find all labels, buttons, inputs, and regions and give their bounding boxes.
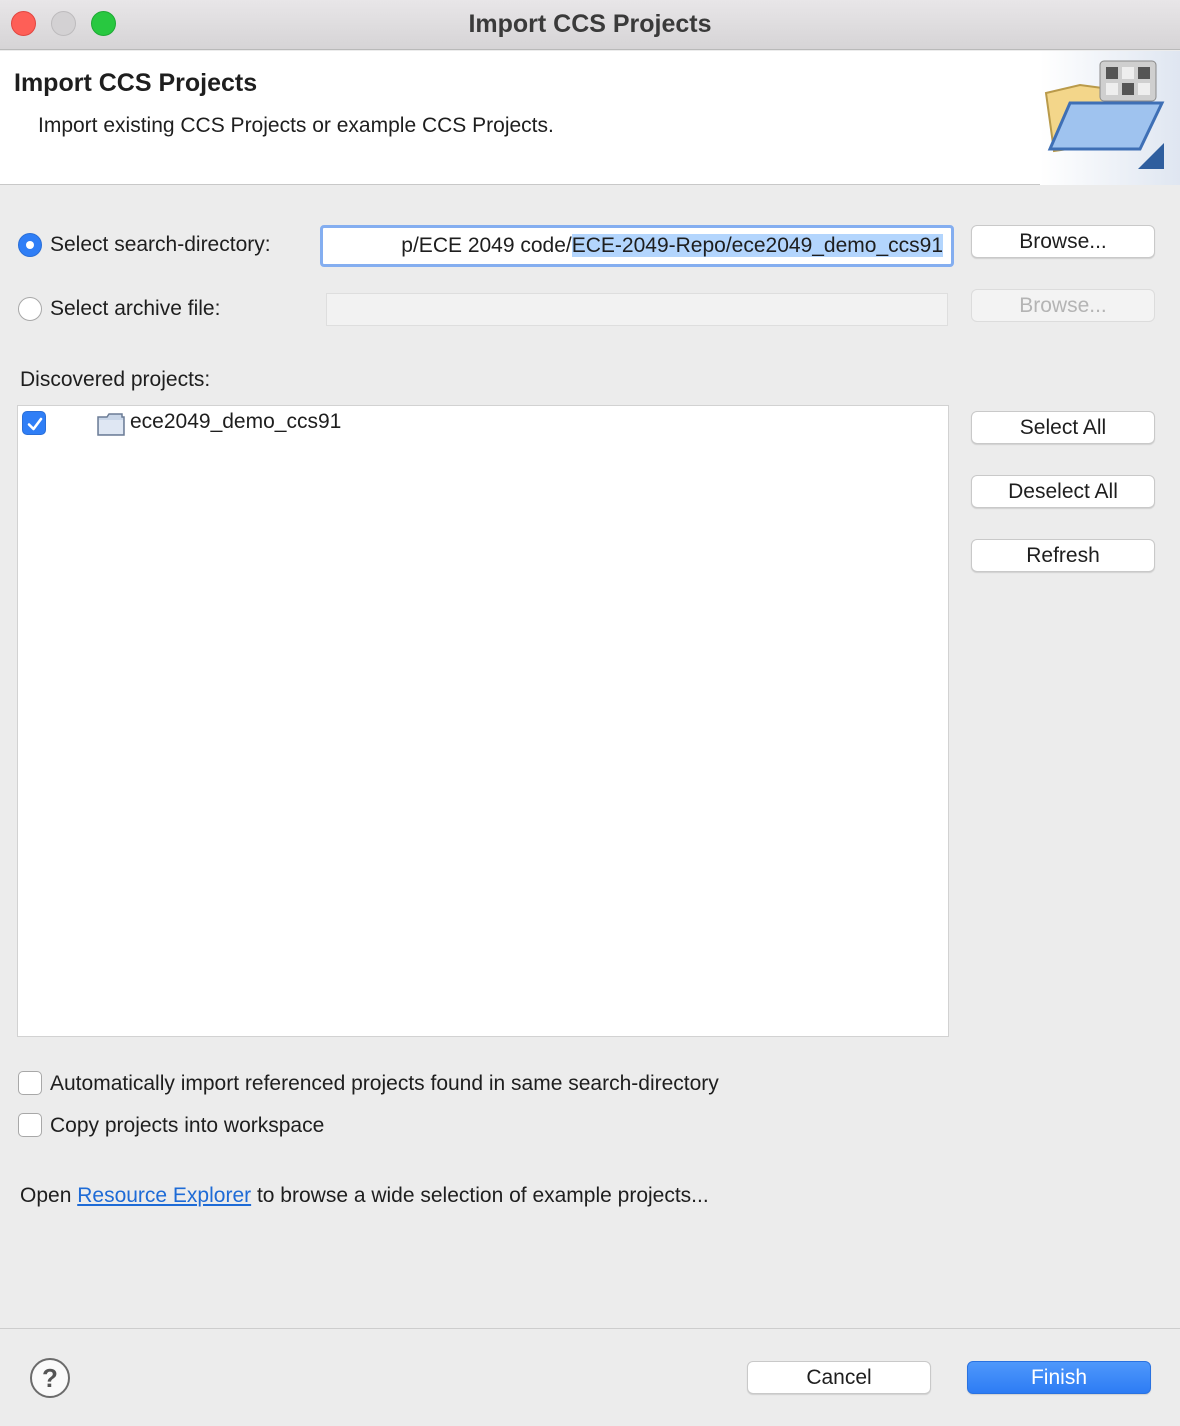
search-directory-radio[interactable] <box>18 233 42 257</box>
select-all-button[interactable]: Select All <box>971 411 1155 444</box>
window-titlebar: Import CCS Projects <box>0 0 1180 50</box>
footer-divider <box>0 1328 1180 1329</box>
project-checkbox[interactable] <box>22 411 46 435</box>
list-item[interactable]: ece2049_demo_ccs91 <box>18 406 948 442</box>
import-wizard-icon <box>1040 51 1180 185</box>
auto-import-label: Automatically import referenced projects… <box>50 1072 719 1095</box>
project-folder-icon <box>97 413 125 436</box>
project-name: ece2049_demo_ccs91 <box>130 410 342 433</box>
cancel-button[interactable]: Cancel <box>747 1361 931 1394</box>
resource-explorer-prefix: Open <box>20 1184 78 1207</box>
search-directory-value: p/ECE 2049 code/ <box>401 234 572 257</box>
finish-button[interactable]: Finish <box>967 1361 1151 1394</box>
project-list[interactable]: ece2049_demo_ccs91 <box>17 405 949 1037</box>
checkmark-icon <box>27 417 43 431</box>
window-title: Import CCS Projects <box>468 10 712 38</box>
resource-explorer-text: Open Resource Explorer to browse a wide … <box>20 1184 709 1208</box>
archive-file-input[interactable] <box>326 293 948 326</box>
archive-file-label: Select archive file: <box>50 297 221 320</box>
browse-directory-button[interactable]: Browse... <box>971 225 1155 258</box>
search-directory-label: Select search-directory: <box>50 233 271 256</box>
search-directory-input[interactable]: p/ECE 2049 code/ECE-2049-Repo/ece2049_de… <box>320 225 954 267</box>
refresh-button[interactable]: Refresh <box>971 539 1155 572</box>
resource-explorer-suffix: to browse a wide selection of example pr… <box>251 1184 709 1207</box>
auto-import-checkbox[interactable] <box>18 1071 42 1095</box>
browse-archive-button[interactable]: Browse... <box>971 289 1155 322</box>
page-description: Import existing CCS Projects or example … <box>38 114 554 137</box>
copy-projects-checkbox[interactable] <box>18 1113 42 1137</box>
help-icon[interactable]: ? <box>30 1358 70 1398</box>
copy-projects-label: Copy projects into workspace <box>50 1114 325 1137</box>
resource-explorer-link[interactable]: Resource Explorer <box>77 1184 251 1207</box>
discovered-projects-label: Discovered projects: <box>20 368 211 391</box>
deselect-all-button[interactable]: Deselect All <box>971 475 1155 508</box>
wizard-header: Import CCS Projects Import existing CCS … <box>0 51 1180 185</box>
archive-file-radio[interactable] <box>18 297 42 321</box>
search-directory-selected-text: ECE-2049-Repo/ece2049_demo_ccs91 <box>571 234 943 257</box>
page-title: Import CCS Projects <box>14 69 258 97</box>
